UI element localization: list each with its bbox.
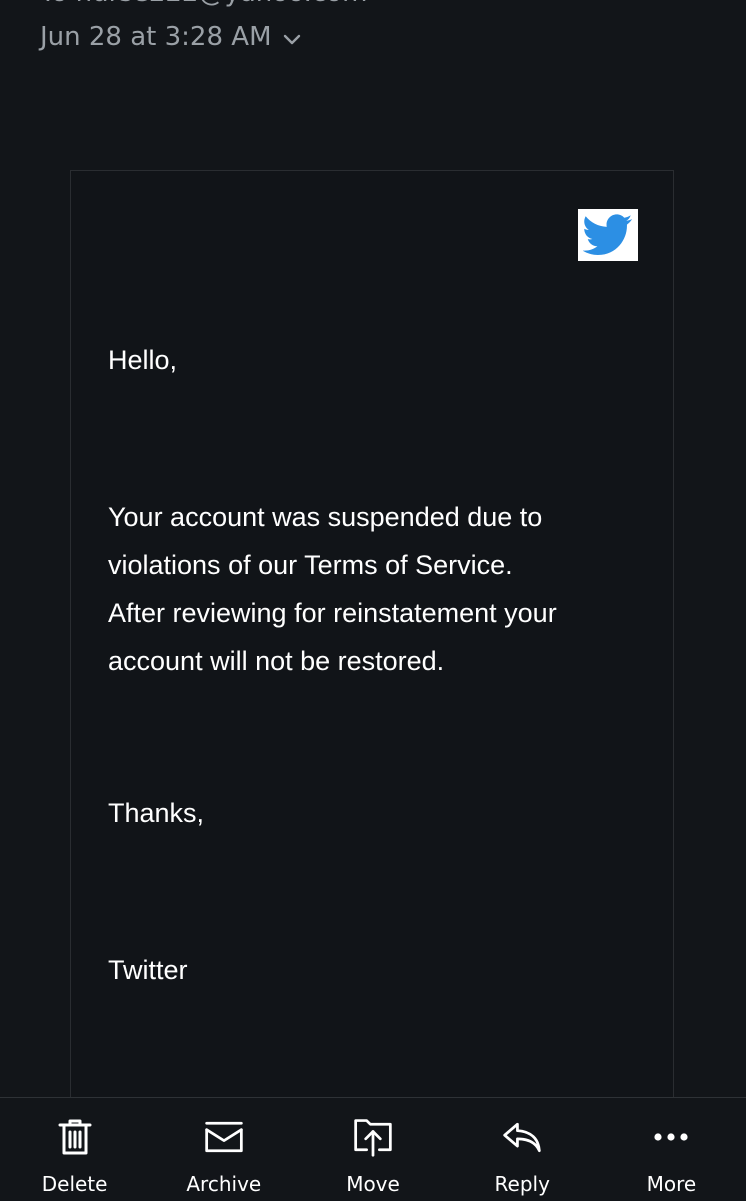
message-date-toggle[interactable]: Jun 28 at 3:28 AM <box>40 22 302 52</box>
delete-button[interactable]: Delete <box>0 1098 149 1201</box>
message-paragraph: Your account was suspended due to violat… <box>108 493 638 685</box>
reply-label: Reply <box>494 1172 550 1196</box>
message-action-toolbar: Delete Archive Move Reply More <box>0 1097 746 1201</box>
message-header: To nurse222@yahoo.com Jun 28 at 3:28 AM <box>0 0 746 90</box>
message-date: Jun 28 at 3:28 AM <box>40 22 272 52</box>
move-label: Move <box>346 1172 400 1196</box>
paragraph-line: Your account was suspended due to <box>108 502 543 532</box>
archive-button[interactable]: Archive <box>149 1098 298 1201</box>
move-button[interactable]: Move <box>298 1098 447 1201</box>
recipient-line: To nurse222@yahoo.com <box>40 0 367 8</box>
signature-text: Twitter <box>108 955 188 985</box>
archive-box-icon <box>203 1116 245 1158</box>
twitter-bird-icon <box>578 209 638 261</box>
archive-label: Archive <box>186 1172 262 1196</box>
greeting-text: Hello, <box>108 345 178 375</box>
delete-label: Delete <box>41 1172 108 1196</box>
more-button[interactable]: More <box>597 1098 746 1201</box>
paragraph-line: account will not be restored. <box>108 646 445 676</box>
paragraph-line: After reviewing for reinstatement your <box>108 598 557 628</box>
chevron-down-icon <box>282 27 302 47</box>
paragraph-line: violations of our Terms of Service. <box>108 550 513 580</box>
more-label: More <box>646 1172 697 1196</box>
move-folder-icon <box>352 1116 394 1158</box>
reply-arrow-icon <box>501 1116 543 1158</box>
more-dots-icon <box>650 1116 692 1158</box>
closing-text: Thanks, <box>108 798 205 828</box>
reply-button[interactable]: Reply <box>448 1098 597 1201</box>
trash-icon <box>54 1116 96 1158</box>
message-body-card: Hello, Your account was suspended due to… <box>70 170 674 1150</box>
